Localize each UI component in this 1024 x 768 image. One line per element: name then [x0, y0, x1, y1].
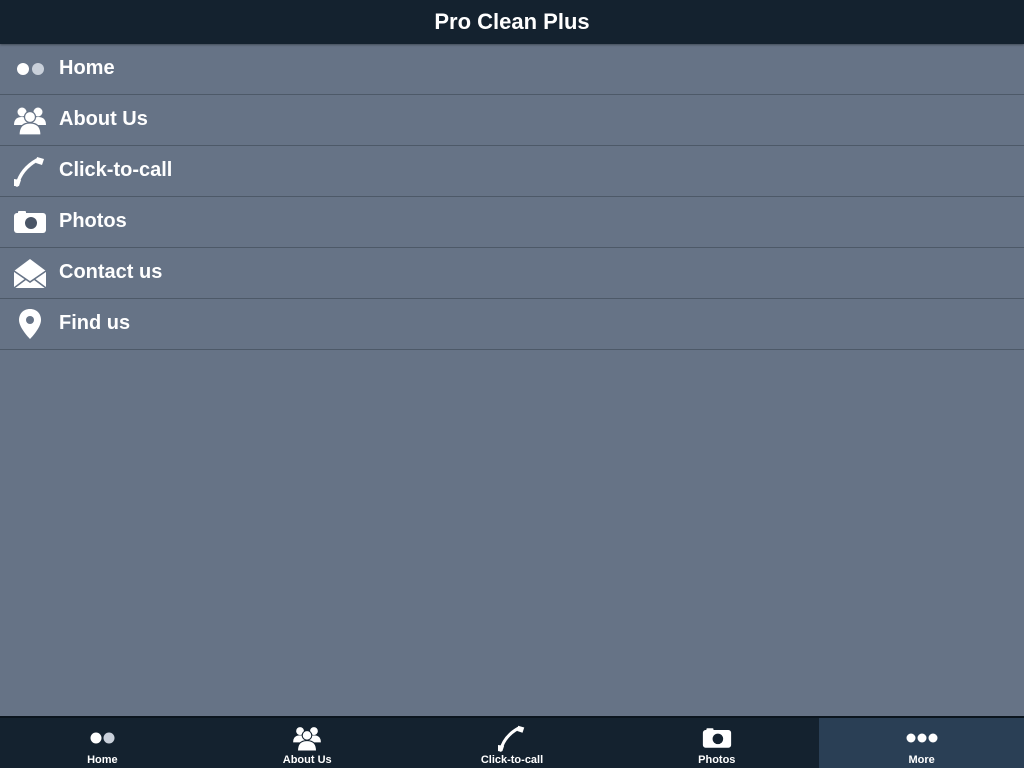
camera-icon: [12, 206, 48, 238]
tab-label: Home: [87, 754, 118, 766]
menu-item-label: Find us: [59, 312, 131, 334]
menu-item-click-to-call[interactable]: Click-to-call: [0, 146, 1024, 197]
menu-item-find-us[interactable]: Find us: [0, 299, 1024, 350]
app-header: Pro Clean Plus: [0, 0, 1024, 44]
tab-label: About Us: [282, 754, 332, 766]
tab-label: More: [908, 754, 935, 766]
phone-icon: [12, 155, 48, 187]
menu-item-label: Photos: [59, 210, 127, 232]
menu-item-label: Contact us: [59, 261, 163, 283]
tab-click-to-call[interactable]: Click-to-call: [410, 718, 615, 768]
camera-icon: [700, 724, 734, 752]
menu-item-about-us[interactable]: About Us: [0, 95, 1024, 146]
dots-icon: [12, 53, 48, 85]
tab-label: Photos: [698, 754, 736, 766]
menu-item-home[interactable]: Home: [0, 44, 1024, 95]
tab-bar: Home About Us Click-to-call Photos More: [0, 716, 1024, 768]
more-icon: [905, 724, 939, 752]
menu-item-label: Home: [59, 57, 115, 79]
tab-home[interactable]: Home: [0, 718, 205, 768]
tab-more[interactable]: More: [819, 718, 1024, 768]
main-menu: Home About Us Click-to-call Photos Conta…: [0, 44, 1024, 350]
tab-label: Click-to-call: [480, 754, 544, 766]
tab-about-us[interactable]: About Us: [205, 718, 410, 768]
menu-item-photos[interactable]: Photos: [0, 197, 1024, 248]
users-icon: [290, 724, 324, 752]
menu-item-label: About Us: [59, 108, 148, 130]
menu-item-contact-us[interactable]: Contact us: [0, 248, 1024, 299]
phone-icon: [495, 724, 529, 752]
page-title: Pro Clean Plus: [434, 9, 590, 34]
users-icon: [12, 104, 48, 136]
envelope-icon: [12, 257, 48, 289]
dots-icon: [85, 724, 119, 752]
tab-photos[interactable]: Photos: [614, 718, 819, 768]
map-pin-icon: [12, 308, 48, 340]
menu-item-label: Click-to-call: [59, 159, 173, 181]
